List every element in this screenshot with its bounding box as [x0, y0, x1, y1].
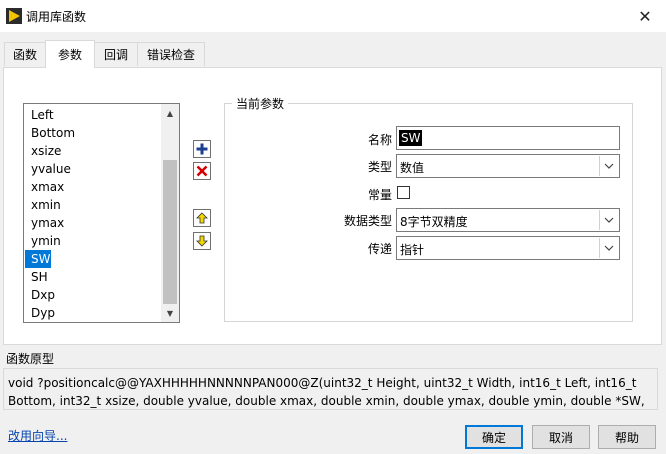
tab-label: 参数 [57, 48, 82, 62]
scroll-down-icon[interactable]: ▼ [161, 304, 179, 322]
plus-icon [196, 143, 208, 155]
tab-parameters[interactable]: 参数 [45, 40, 95, 68]
tab-function[interactable]: 函数 [4, 42, 46, 66]
arrow-up-icon [196, 212, 208, 224]
scroll-thumb[interactable] [163, 160, 177, 304]
delete-parameter-button[interactable] [193, 162, 211, 180]
close-icon[interactable]: ✕ [624, 0, 666, 32]
name-input[interactable]: SW [396, 126, 620, 150]
cancel-button[interactable]: 取消 [532, 425, 590, 449]
list-item[interactable]: xmax [25, 178, 163, 196]
parameter-list[interactable]: Left Bottom xsize yvalue xmax xmin ymax … [23, 103, 180, 323]
delete-x-icon [196, 165, 208, 177]
data-type-label: 数据类型 [343, 214, 392, 228]
list-item[interactable]: ymin [25, 232, 163, 250]
chevron-down-icon [599, 210, 618, 230]
add-parameter-button[interactable] [193, 140, 211, 158]
list-item-selected[interactable]: SW [25, 250, 51, 268]
list-item[interactable]: yvalue [25, 160, 163, 178]
tab-label: 回调 [103, 48, 128, 62]
tab-label: 函数 [12, 48, 37, 62]
wizard-link[interactable]: 改用向导... [8, 427, 67, 444]
move-up-button[interactable] [193, 209, 211, 227]
help-button[interactable]: 帮助 [598, 425, 656, 449]
pass-select[interactable]: 指针 [396, 236, 620, 260]
scroll-up-icon[interactable]: ▲ [161, 104, 179, 122]
tab-label: 错误检查 [146, 48, 195, 62]
prototype-label: 函数原型 [6, 352, 55, 366]
labview-app-icon [6, 8, 22, 24]
arrow-down-icon [196, 235, 208, 247]
constant-checkbox[interactable] [397, 186, 410, 199]
pass-label: 传递 [367, 242, 392, 256]
chevron-down-icon [599, 238, 618, 258]
prototype-box: void ?positioncalc@@YAXHHHHHNNNNNPAN000@… [3, 368, 658, 410]
data-type-value: 8字节双精度 [400, 215, 468, 229]
move-down-button[interactable] [193, 232, 211, 250]
list-item[interactable]: Left [25, 106, 163, 124]
ok-button[interactable]: 确定 [465, 425, 523, 449]
data-type-select[interactable]: 8字节双精度 [396, 208, 620, 232]
type-select[interactable]: 数值 [396, 154, 620, 178]
list-item[interactable]: Bottom [25, 124, 163, 142]
tab-error-checking[interactable]: 错误检查 [137, 42, 205, 66]
pass-value: 指针 [400, 243, 425, 257]
name-value: SW [399, 130, 423, 146]
group-label: 当前参数 [232, 95, 289, 112]
chevron-down-icon [599, 156, 618, 176]
type-label: 类型 [367, 160, 392, 174]
window-title: 调用库函数 [26, 10, 87, 24]
prototype-text: void ?positioncalc@@YAXHHHHHNNNNNPAN000@… [8, 376, 645, 408]
list-item[interactable]: xmin [25, 196, 163, 214]
list-item[interactable]: Dyp [25, 304, 163, 322]
list-item[interactable]: Dxp [25, 286, 163, 304]
list-item[interactable]: SH [25, 268, 163, 286]
tab-callbacks[interactable]: 回调 [94, 42, 138, 66]
title-bar [0, 0, 666, 32]
type-value: 数值 [400, 161, 425, 175]
list-item[interactable]: ymax [25, 214, 163, 232]
list-item[interactable]: xsize [25, 142, 163, 160]
constant-label: 常量 [367, 188, 392, 202]
name-label: 名称 [367, 133, 392, 147]
